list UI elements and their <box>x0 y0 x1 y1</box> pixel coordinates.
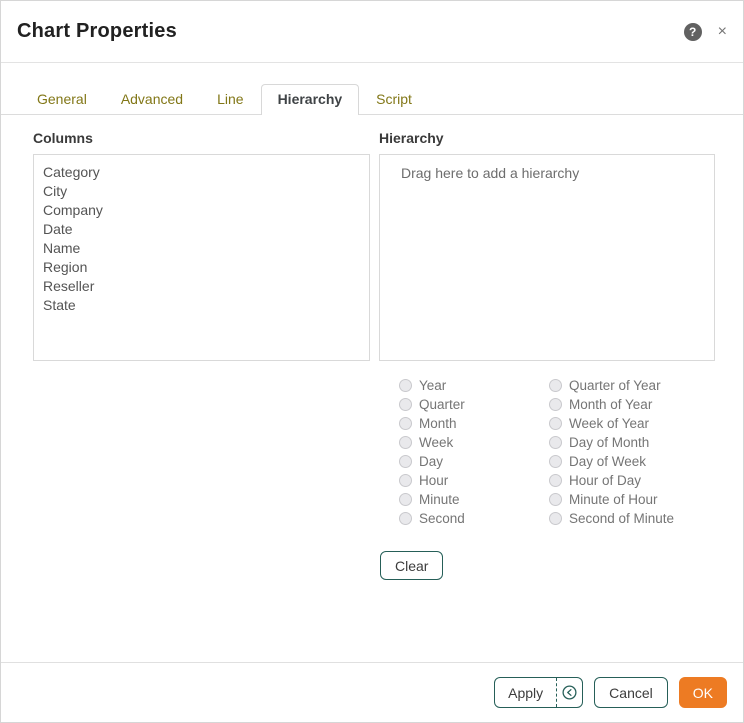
dialog-title: Chart Properties <box>17 20 177 42</box>
date-level-column-right: Quarter of Year Month of Year Week of Ye… <box>549 376 715 528</box>
clear-button[interactable]: Clear <box>380 551 444 580</box>
radio-label: Week <box>419 435 454 450</box>
apply-history-menu-button[interactable] <box>556 678 582 707</box>
column-item-name[interactable]: Name <box>43 239 369 258</box>
radio-month[interactable]: Month <box>399 414 549 433</box>
radio-week[interactable]: Week <box>399 433 549 452</box>
radio-circle-icon <box>399 455 412 468</box>
column-item-region[interactable]: Region <box>43 258 369 277</box>
tab-hierarchy[interactable]: Hierarchy <box>260 84 360 115</box>
dialog-header: Chart Properties ? × <box>1 1 743 63</box>
column-item-category[interactable]: Category <box>43 163 369 182</box>
radio-second-of-minute[interactable]: Second of Minute <box>549 509 715 528</box>
hierarchy-label: Hierarchy <box>379 130 444 146</box>
radio-label: Year <box>419 378 447 393</box>
date-level-column-left: Year Quarter Month Week Day Hour Minute … <box>399 376 549 528</box>
radio-minute-of-hour[interactable]: Minute of Hour <box>549 490 715 509</box>
apply-button[interactable]: Apply <box>495 678 556 707</box>
date-level-options: Year Quarter Month Week Day Hour Minute … <box>379 376 715 528</box>
radio-quarter-of-year[interactable]: Quarter of Year <box>549 376 715 395</box>
radio-circle-icon <box>399 474 412 487</box>
ok-button[interactable]: OK <box>678 677 727 708</box>
radio-day-of-month[interactable]: Day of Month <box>549 433 715 452</box>
radio-circle-icon <box>399 417 412 430</box>
radio-quarter[interactable]: Quarter <box>399 395 549 414</box>
radio-year[interactable]: Year <box>399 376 549 395</box>
radio-month-of-year[interactable]: Month of Year <box>549 395 715 414</box>
radio-label: Hour <box>419 473 449 488</box>
columns-panel: Columns Category City Company Date Name … <box>33 130 370 361</box>
history-chevron-circle-icon <box>562 685 577 700</box>
radio-day[interactable]: Day <box>399 452 549 471</box>
radio-circle-icon <box>549 379 562 392</box>
radio-label: Minute of Hour <box>569 492 658 507</box>
tab-content: Columns Category City Company Date Name … <box>1 115 743 580</box>
radio-circle-icon <box>549 455 562 468</box>
header-icons: ? × <box>683 22 727 41</box>
column-item-state[interactable]: State <box>43 296 369 315</box>
radio-circle-icon <box>549 474 562 487</box>
radio-hour[interactable]: Hour <box>399 471 549 490</box>
radio-circle-icon <box>549 436 562 449</box>
hierarchy-drop-hint: Drag here to add a hierarchy <box>401 165 580 181</box>
radio-circle-icon <box>399 379 412 392</box>
columns-listbox[interactable]: Category City Company Date Name Region R… <box>33 154 370 361</box>
radio-minute[interactable]: Minute <box>399 490 549 509</box>
tab-bar: General Advanced Line Hierarchy Script <box>1 84 743 115</box>
radio-label: Day <box>419 454 444 469</box>
radio-label: Second of Minute <box>569 511 675 526</box>
radio-label: Quarter of Year <box>569 378 661 393</box>
columns-label: Columns <box>33 130 93 146</box>
radio-circle-icon <box>549 512 562 525</box>
radio-label: Day of Month <box>569 435 650 450</box>
radio-circle-icon <box>399 512 412 525</box>
tab-advanced[interactable]: Advanced <box>104 84 200 114</box>
close-icon[interactable]: × <box>718 23 727 40</box>
radio-hour-of-day[interactable]: Hour of Day <box>549 471 715 490</box>
column-item-reseller[interactable]: Reseller <box>43 277 369 296</box>
hierarchy-panel: Hierarchy Drag here to add a hierarchy <box>379 130 715 361</box>
cancel-button[interactable]: Cancel <box>594 677 668 708</box>
dialog-footer: Apply Cancel OK <box>1 662 743 722</box>
radio-label: Month <box>419 416 457 431</box>
tab-line[interactable]: Line <box>200 84 260 114</box>
radio-week-of-year[interactable]: Week of Year <box>549 414 715 433</box>
radio-circle-icon <box>549 398 562 411</box>
column-item-company[interactable]: Company <box>43 201 369 220</box>
tab-script[interactable]: Script <box>359 84 429 114</box>
radio-label: Minute <box>419 492 460 507</box>
radio-label: Day of Week <box>569 454 647 469</box>
help-icon[interactable]: ? <box>683 22 702 41</box>
radio-circle-icon <box>399 436 412 449</box>
radio-label: Month of Year <box>569 397 653 412</box>
radio-circle-icon <box>549 493 562 506</box>
radio-second[interactable]: Second <box>399 509 549 528</box>
chart-properties-dialog: Chart Properties ? × General Advanced Li… <box>0 0 744 723</box>
radio-label: Hour of Day <box>569 473 642 488</box>
radio-label: Second <box>419 511 465 526</box>
column-item-city[interactable]: City <box>43 182 369 201</box>
apply-split-button: Apply <box>494 677 584 708</box>
radio-circle-icon <box>399 398 412 411</box>
hierarchy-dropzone[interactable]: Drag here to add a hierarchy <box>379 154 715 361</box>
radio-circle-icon <box>399 493 412 506</box>
radio-day-of-week[interactable]: Day of Week <box>549 452 715 471</box>
radio-circle-icon <box>549 417 562 430</box>
tab-general[interactable]: General <box>20 84 104 114</box>
radio-label: Week of Year <box>569 416 650 431</box>
radio-label: Quarter <box>419 397 465 412</box>
column-item-date[interactable]: Date <box>43 220 369 239</box>
